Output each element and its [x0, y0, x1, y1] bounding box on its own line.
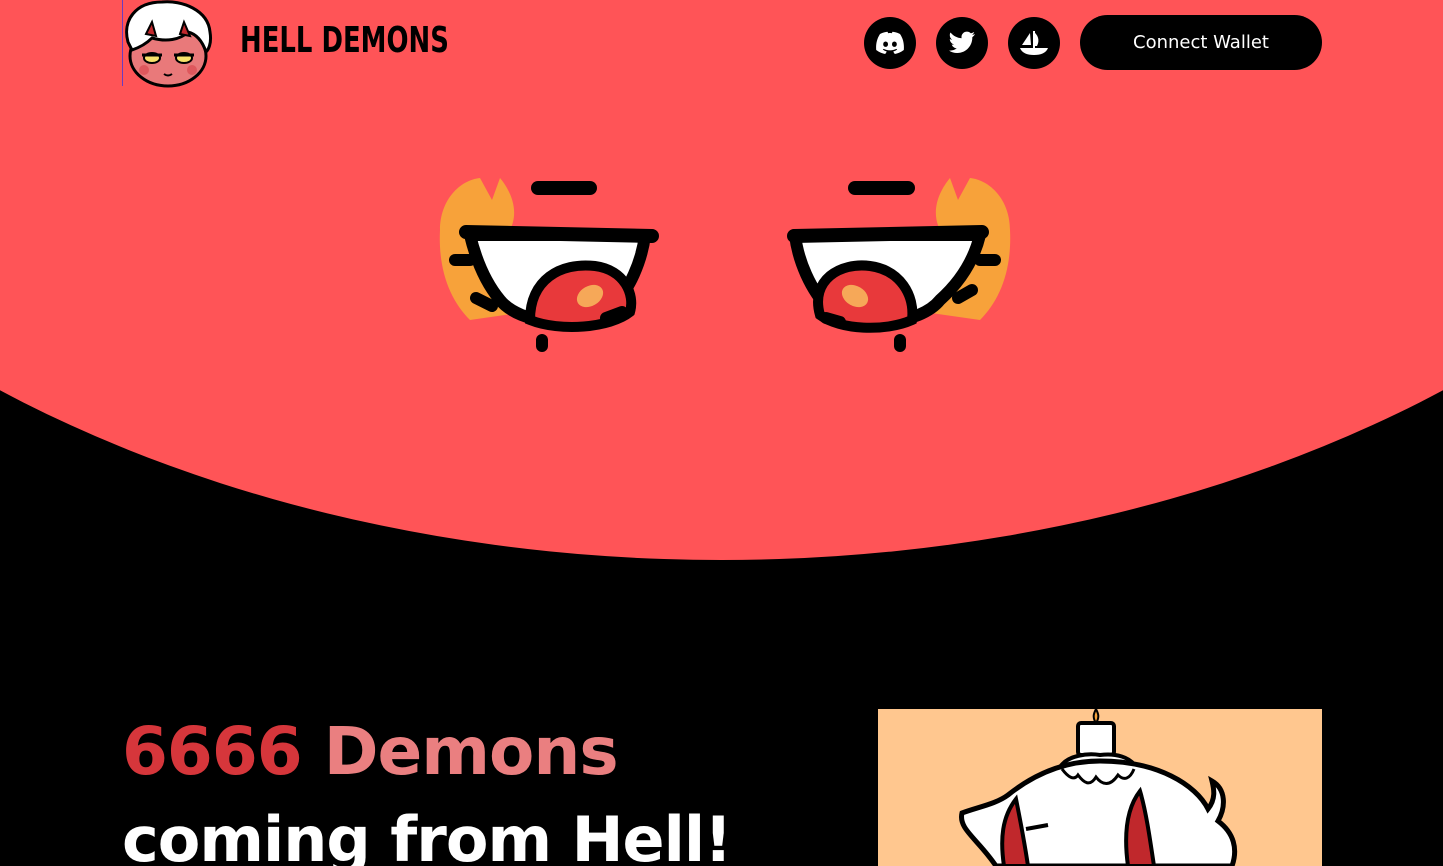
connect-wallet-button[interactable]: Connect Wallet [1080, 15, 1322, 70]
opensea-link[interactable] [1008, 17, 1060, 69]
twitter-link[interactable] [936, 17, 988, 69]
page: HELL DEMONS Connect Wallet 6666 Demons c… [0, 0, 1443, 866]
brand-title: HELL DEMONS [240, 20, 449, 61]
demon-preview-image [878, 709, 1322, 866]
demon-eyes-illustration [430, 170, 1020, 360]
opensea-icon [1020, 31, 1048, 55]
headline-subline: coming from Hell! [122, 803, 732, 866]
discord-link[interactable] [864, 17, 916, 69]
headline-count: 6666 Demons [122, 712, 619, 792]
discord-icon [876, 31, 904, 54]
demon-count-word: Demons [323, 713, 619, 790]
demon-count: 6666 [122, 713, 303, 790]
logo-avatar[interactable] [122, 0, 214, 88]
twitter-icon [948, 31, 975, 53]
demon-logo-icon [125, 0, 212, 88]
